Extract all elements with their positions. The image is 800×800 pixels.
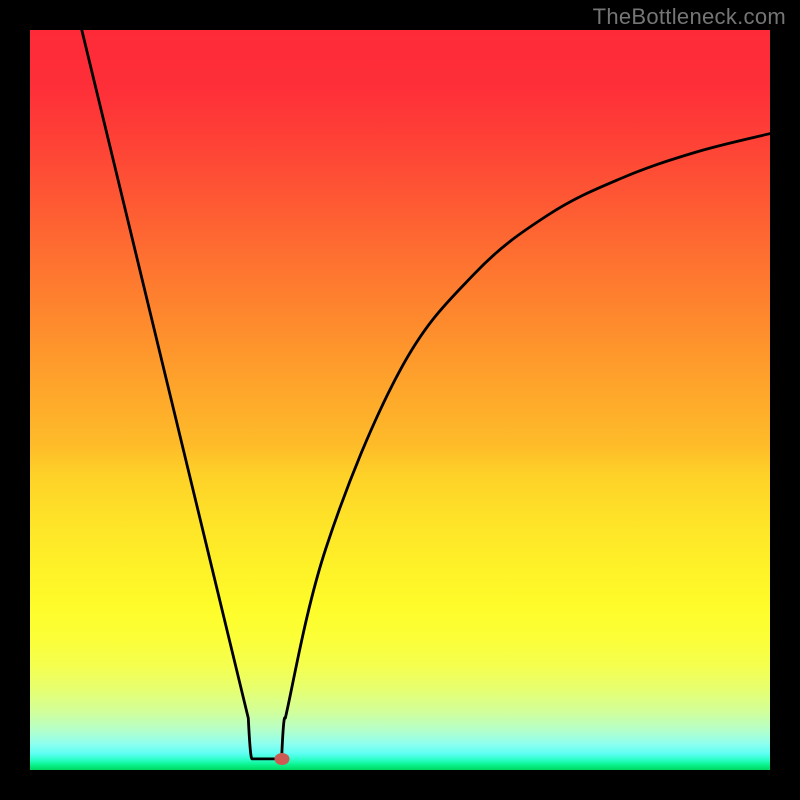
watermark-label: TheBottleneck.com	[593, 4, 786, 30]
curve-svg	[30, 30, 770, 770]
minimum-marker	[274, 753, 289, 765]
chart-frame: TheBottleneck.com	[0, 0, 800, 800]
plot-area	[30, 30, 770, 770]
curve-path	[82, 30, 770, 759]
